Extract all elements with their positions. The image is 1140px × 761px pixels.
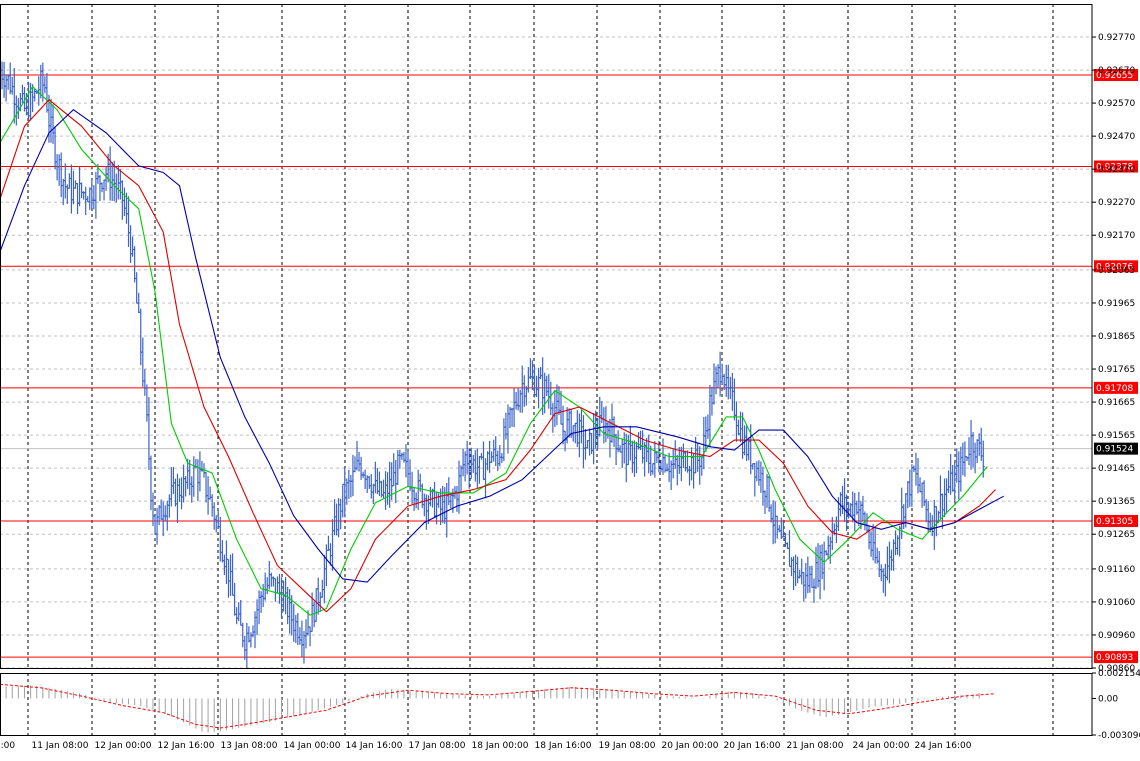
x-tick-label: 24 Jan 16:00 xyxy=(915,741,972,751)
y-tick-label: 0.91765 xyxy=(1098,365,1135,375)
y-tick-label: 0.92270 xyxy=(1098,198,1135,208)
y-tick-label: 0.92065 xyxy=(1098,266,1135,276)
chart-window[interactable]: 0.92655 0.92378 0.92076 0.91708 0.91305 0.908… xyxy=(0,0,1140,757)
x-tick-label: 21 Jan 08:00 xyxy=(787,741,844,751)
y-tick-label: 0.90960 xyxy=(1098,631,1135,641)
osc-tick-label: -0.003096 xyxy=(1098,731,1140,741)
x-tick-label: 20 Jan 16:00 xyxy=(724,741,781,751)
x-tick-label: 18 Jan 16:00 xyxy=(535,741,592,751)
horizontal-levels: 0.926550.923780.920760.917080.913050.908… xyxy=(0,69,1138,664)
x-tick-label: 13 Jan 08:00 xyxy=(221,741,278,751)
current-price-label: 0.91524 xyxy=(1096,445,1133,455)
y-tick-label: 0.91265 xyxy=(1098,530,1135,540)
y-tick-label: 0.91865 xyxy=(1098,332,1135,342)
osc-signal-line xyxy=(0,683,996,729)
y-tick-label: 0.91465 xyxy=(1098,464,1135,474)
y-tick-label: 0.92170 xyxy=(1098,231,1135,241)
y-tick-label: 0.92770 xyxy=(1098,33,1135,43)
y-tick-label: 0.91160 xyxy=(1098,565,1135,575)
y-tick-label: 0.92470 xyxy=(1098,132,1135,142)
price-bars xyxy=(0,58,985,669)
x-tick-label: 14 Jan 00:00 xyxy=(284,741,341,751)
y-tick-label: 0.91665 xyxy=(1098,398,1135,408)
price-chart[interactable]: 0.926550.923780.920760.917080.913050.908… xyxy=(0,0,1140,757)
moving-average-line xyxy=(0,85,988,616)
y-tick-label: 0.91060 xyxy=(1098,598,1135,608)
y-tick-label: 0.91365 xyxy=(1098,497,1135,507)
x-tick-label: 20 Jan 00:00 xyxy=(662,741,719,751)
y-tick-label: 0.91565 xyxy=(1098,431,1135,441)
x-tick-label: 11 Jan 08:00 xyxy=(32,741,89,751)
axes: 0.92770 0.92670 0.92570 0.92470 0.92370 0.922… xyxy=(0,4,1140,751)
x-tick-label: 12 Jan 16:00 xyxy=(158,741,215,751)
y-tick-label: 0.92370 xyxy=(1098,165,1135,175)
y-tick-label: 0.91965 xyxy=(1098,299,1135,309)
moving-average-line xyxy=(0,99,996,613)
x-tick-label: 24 Jan 00:00 xyxy=(853,741,910,751)
x-tick-label: 19 Jan 08:00 xyxy=(599,741,656,751)
x-tick-label: 18 Jan 00:00 xyxy=(472,741,529,751)
oscillator-panel-frame xyxy=(0,673,1093,736)
x-tick-label: 6:00 xyxy=(0,741,15,751)
osc-tick-label: 0.00 xyxy=(1098,694,1118,704)
x-tick-label: 12 Jan 00:00 xyxy=(95,741,152,751)
y-tick-label: 0.92670 xyxy=(1098,66,1135,76)
y-tick-label: 0.92570 xyxy=(1098,99,1135,109)
level-label: 0.91305 xyxy=(1096,517,1133,527)
grid xyxy=(0,4,1092,735)
oscillator-panel xyxy=(0,683,996,733)
x-tick-label: 17 Jan 08:00 xyxy=(409,741,466,751)
moving-averages xyxy=(0,85,1004,616)
x-tick-label: 14 Jan 16:00 xyxy=(346,741,403,751)
level-label: 0.90893 xyxy=(1096,653,1133,663)
level-label: 0.91708 xyxy=(1096,384,1133,394)
osc-tick-label: 0.002154 xyxy=(1098,669,1140,679)
